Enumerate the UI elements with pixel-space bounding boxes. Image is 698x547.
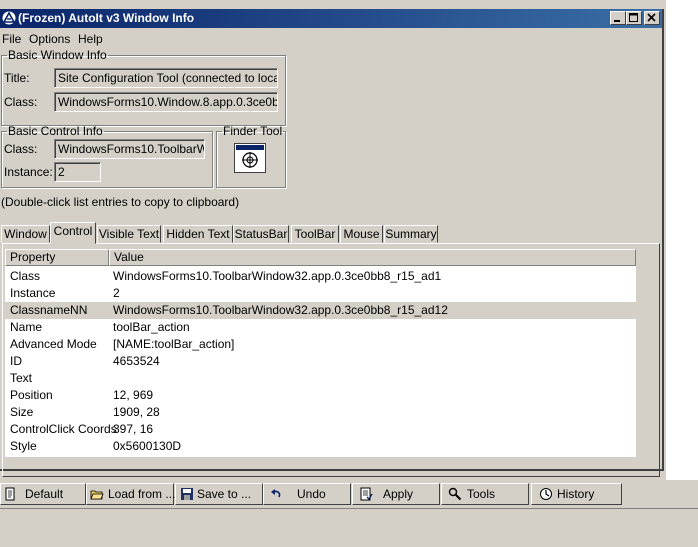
undo-label: Undo (297, 487, 326, 501)
desktop-background (666, 0, 698, 480)
window-class-field[interactable]: WindowsForms10.Window.8.app.0.3ce0bb8_r (54, 92, 278, 112)
default-button[interactable]: Default (0, 483, 86, 505)
row-value: WindowsForms10.ToolbarWindow32.app.0.3ce… (113, 269, 442, 283)
table-row-selected[interactable]: ClassnameNN WindowsForms10.ToolbarWindow… (5, 302, 636, 319)
save-to-label: Save to ... (197, 487, 252, 501)
row-property: ControlClick Coords (10, 422, 117, 436)
maximize-icon (629, 13, 638, 22)
instance-field[interactable]: 2 (54, 162, 101, 182)
row-property: Style (10, 439, 37, 453)
window-title-field[interactable]: Site Configuration Tool (connected to lo… (54, 68, 278, 88)
tab-hidden-text[interactable]: Hidden Text (163, 225, 233, 243)
row-property: Size (10, 405, 34, 419)
header-value[interactable]: Value (109, 249, 636, 266)
default-label: Default (25, 487, 64, 501)
document-icon (5, 487, 15, 501)
list-header: Property Value (5, 249, 636, 266)
control-class-label: Class: (4, 142, 38, 156)
row-property: Class (10, 269, 41, 283)
property-list[interactable]: Property Value Class WindowsForms10.Tool… (5, 249, 636, 457)
row-value: WindowsForms10.ToolbarWindow32.app.0.3ce… (113, 303, 448, 317)
undo-button[interactable]: Undo (263, 483, 351, 505)
apply-button[interactable]: Apply (352, 483, 440, 505)
tab-mouse[interactable]: Mouse (340, 225, 383, 243)
table-row[interactable]: Name toolBar_action (5, 319, 636, 336)
status-divider (0, 508, 698, 509)
row-value: [NAME:toolBar_action] (113, 337, 235, 351)
maximize-button[interactable] (626, 11, 642, 25)
history-button[interactable]: History (531, 483, 622, 505)
tab-statusbar[interactable]: StatusBar (233, 225, 289, 243)
table-row[interactable]: ID 4653524 (5, 353, 636, 370)
tab-window[interactable]: Window (1, 225, 50, 243)
hint-text: (Double-click list entries to copy to cl… (1, 195, 240, 209)
minimize-button[interactable] (610, 11, 626, 25)
table-row[interactable]: Instance 2 (5, 285, 636, 302)
table-row[interactable]: Size 1909, 28 (5, 404, 636, 421)
table-row[interactable]: Text (5, 370, 636, 387)
row-value: toolBar_action (113, 320, 190, 334)
row-property: Text (10, 371, 33, 385)
row-property: Name (10, 320, 43, 334)
row-property: Instance (10, 286, 56, 300)
autoit-icon (2, 11, 16, 25)
close-icon (647, 13, 656, 22)
save-disk-icon (181, 488, 193, 500)
control-class-field[interactable]: WindowsForms10.ToolbarWin (54, 139, 205, 159)
table-row[interactable]: Position 12, 969 (5, 387, 636, 404)
menu-bar: File Options Help (0, 30, 662, 48)
basic-window-info-legend: Basic Window Info (8, 48, 107, 62)
table-row[interactable]: Advanced Mode [NAME:toolBar_action] (5, 336, 636, 353)
list-empty-area (5, 457, 636, 467)
header-property[interactable]: Property (5, 249, 109, 266)
title-bar[interactable]: (Frozen) AutoIt v3 Window Info (0, 9, 662, 28)
row-value: 0x5600130D (113, 439, 182, 453)
row-property: Position (10, 388, 53, 402)
tab-toolbar[interactable]: ToolBar (291, 225, 339, 243)
row-property: ID (10, 354, 22, 368)
finder-tool-target[interactable] (234, 143, 266, 173)
tools-icon (448, 487, 462, 501)
table-row[interactable]: Class WindowsForms10.ToolbarWindow32.app… (5, 268, 636, 285)
tools-label: Tools (467, 487, 496, 501)
menu-options[interactable]: Options (29, 32, 70, 46)
apply-label: Apply (383, 487, 414, 501)
row-value: 2 (113, 286, 120, 300)
minimize-icon (614, 20, 620, 22)
apply-icon (360, 487, 373, 501)
close-button[interactable] (644, 11, 660, 25)
history-label: History (557, 487, 595, 501)
table-row[interactable]: ControlClick Coords 397, 16 (5, 421, 636, 438)
history-icon (540, 488, 552, 500)
row-value: 12, 969 (113, 388, 154, 402)
tab-control[interactable]: Control (50, 222, 96, 244)
row-property: ClassnameNN (10, 303, 88, 317)
save-to-button[interactable]: Save to ... (175, 483, 263, 505)
window-title-label: Title: (4, 71, 30, 85)
autoit-window-info: (Frozen) AutoIt v3 Window Info File Opti… (0, 9, 664, 477)
tools-button[interactable]: Tools (441, 483, 529, 505)
open-folder-icon (90, 490, 104, 500)
window-title: (Frozen) AutoIt v3 Window Info (18, 11, 195, 25)
window-class-label: Class: (4, 95, 38, 109)
tab-visible-text[interactable]: Visible Text (97, 225, 161, 243)
row-property: Advanced Mode (10, 337, 97, 351)
tab-summary[interactable]: Summary (384, 225, 438, 243)
crosshair-target-icon (236, 145, 264, 168)
load-from-button[interactable]: Load from ... (86, 483, 176, 505)
bottom-toolbar: Default Load from ... Save to ... Undo A… (0, 483, 698, 507)
row-value: 1909, 28 (113, 405, 160, 419)
row-value: 397, 16 (113, 422, 154, 436)
basic-control-info-legend: Basic Control Info (8, 124, 103, 138)
row-value: 4653524 (113, 354, 160, 368)
finder-tool-legend: Finder Tool (223, 124, 283, 138)
undo-arrow-icon (271, 489, 281, 498)
instance-label: Instance: (4, 165, 53, 179)
load-from-label: Load from ... (108, 487, 176, 501)
menu-help[interactable]: Help (78, 32, 103, 46)
menu-file[interactable]: File (2, 32, 21, 46)
table-row[interactable]: Style 0x5600130D (5, 438, 636, 455)
